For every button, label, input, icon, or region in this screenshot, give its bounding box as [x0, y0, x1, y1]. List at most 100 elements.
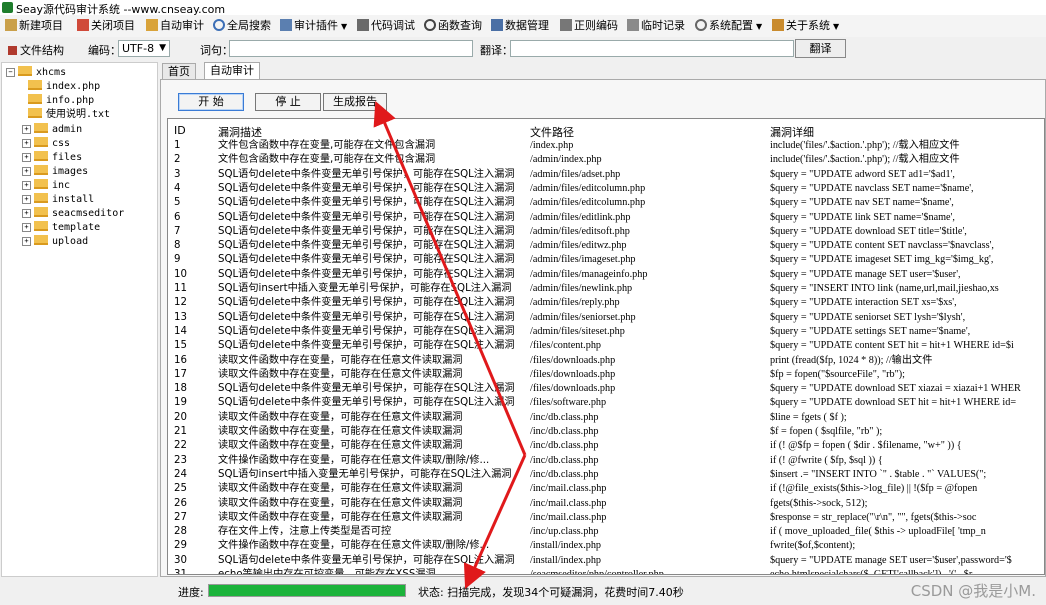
table-row[interactable]: 21 读取文件函数中存在变量，可能存在任意文件读取漏洞/inc/db.class.… — [168, 425, 1044, 439]
data-manage-button[interactable]: 数据管理 — [491, 18, 549, 34]
table-row[interactable]: 23 文件操作函数中存在变量，可能存在任意文件读取/删除/修... /inc/db.… — [168, 454, 1044, 468]
tree-folder[interactable]: + seacmseditor — [22, 207, 124, 221]
cell-id: 23 — [174, 454, 187, 466]
tab-home[interactable]: 首页 — [162, 63, 196, 79]
tab-auto-audit[interactable]: 自动审计 — [204, 62, 260, 80]
table-row[interactable]: 4 SQL语句delete中条件变量无单引号保护，可能存在SQL注入漏洞/admi… — [168, 182, 1044, 196]
cell-detail: $insert .= "INSERT INTO `" . $table . "`… — [770, 468, 987, 480]
tree-file[interactable]: 使用说明.txt — [28, 108, 110, 122]
table-row[interactable]: 2 文件包含函数中存在变量,可能存在文件包含漏洞/admin/index.php i… — [168, 153, 1044, 167]
folder-icon — [34, 207, 48, 217]
cell-path: /files/downloads.php — [530, 354, 616, 366]
generate-report-button[interactable]: 生成报告 — [323, 93, 387, 111]
column-header-id[interactable]: ID — [174, 124, 212, 137]
tree-folder[interactable]: + files — [22, 151, 82, 165]
cell-description: SQL语句delete中条件变量无单引号保护，可能存在SQL注入漏洞 — [218, 340, 515, 352]
cell-id: 18 — [174, 383, 187, 395]
table-row[interactable]: 13 SQL语句delete中条件变量无单引号保护，可能存在SQL注入漏洞/adm… — [168, 311, 1044, 325]
table-row[interactable]: 19 SQL语句delete中条件变量无单引号保护，可能存在SQL注入漏洞/fil… — [168, 396, 1044, 410]
column-header-description[interactable]: 漏洞描述 — [218, 124, 526, 140]
table-row[interactable]: 22 读取文件函数中存在变量，可能存在任意文件读取漏洞/inc/db.class.… — [168, 439, 1044, 453]
start-button[interactable]: 开 始 — [178, 93, 244, 111]
temp-record-button[interactable]: 临时记录 — [627, 18, 685, 34]
file-structure-label[interactable]: 文件结构 — [8, 42, 64, 58]
table-row[interactable]: 16 读取文件函数中存在变量，可能存在任意文件读取漏洞/files/downloa… — [168, 354, 1044, 368]
tree-file[interactable]: index.php — [28, 80, 100, 94]
chevron-down-icon: ▼ — [341, 22, 348, 31]
table-row[interactable]: 1 文件包含函数中存在变量,可能存在文件包含漏洞/index.php include… — [168, 139, 1044, 153]
settings-menu[interactable]: 系统配置 ▼ — [695, 18, 762, 34]
tree-folder[interactable]: + template — [22, 221, 100, 235]
temp-record-icon — [627, 19, 639, 31]
function-search-button[interactable]: 函数查询 — [424, 18, 482, 34]
tree-folder[interactable]: + images — [22, 165, 88, 179]
table-row[interactable]: 28 存在文件上传，注意上传类型是否可控/inc/up.class.php if (… — [168, 525, 1044, 539]
expand-icon[interactable]: + — [22, 181, 31, 190]
translate-label: 翻译： — [480, 44, 513, 57]
tree-folder[interactable]: + admin — [22, 123, 82, 137]
cell-path: /inc/db.class.php — [530, 426, 599, 437]
table-row[interactable]: 15 SQL语句delete中条件变量无单引号保护，可能存在SQL注入漏洞/fil… — [168, 339, 1044, 353]
auto-audit-button[interactable]: 自动审计 — [146, 18, 204, 34]
tree-root[interactable]: − xhcms — [6, 66, 66, 80]
table-row[interactable]: 17 读取文件函数中存在变量，可能存在任意文件读取漏洞/files/downloa… — [168, 368, 1044, 382]
translate-button[interactable]: 翻译 — [795, 39, 846, 58]
expand-icon[interactable]: + — [22, 139, 31, 148]
encoding-select[interactable]: UTF-8 ▼ — [118, 40, 170, 57]
word-input[interactable] — [229, 40, 473, 57]
plugin-menu[interactable]: 审计插件 ▼ — [280, 18, 347, 34]
global-search-button[interactable]: 全局搜索 — [213, 18, 271, 34]
table-row[interactable]: 9 SQL语句delete中条件变量无单引号保护，可能存在SQL注入漏洞/admi… — [168, 253, 1044, 267]
stop-button[interactable]: 停 止 — [255, 93, 321, 111]
table-row[interactable]: 26 读取文件函数中存在变量，可能存在任意文件读取漏洞/inc/mail.clas… — [168, 497, 1044, 511]
expand-icon[interactable]: + — [22, 223, 31, 232]
table-row[interactable]: 11 SQL语句insert中插入变量无单引号保护，可能存在SQL注入漏洞/adm… — [168, 282, 1044, 296]
watermark: CSDN @我是小M. — [910, 582, 1036, 600]
table-row[interactable]: 6 SQL语句delete中条件变量无单引号保护，可能存在SQL注入漏洞/admi… — [168, 211, 1044, 225]
cell-description: 文件包含函数中存在变量,可能存在文件包含漏洞 — [218, 140, 436, 151]
close-project-button[interactable]: 关闭项目 — [77, 18, 135, 34]
table-row[interactable]: 27 读取文件函数中存在变量，可能存在任意文件读取漏洞/inc/mail.clas… — [168, 511, 1044, 525]
tree-file[interactable]: info.php — [28, 94, 94, 108]
debug-button[interactable]: 代码调试 — [357, 18, 415, 34]
table-row[interactable]: 3 SQL语句delete中条件变量无单引号保护，可能存在SQL注入漏洞/admi… — [168, 168, 1044, 182]
cell-description: SQL语句delete中条件变量无单引号保护，可能存在SQL注入漏洞 — [218, 240, 515, 252]
cell-id: 9 — [174, 254, 181, 266]
table-row[interactable]: 25 读取文件函数中存在变量，可能存在任意文件读取漏洞/inc/mail.clas… — [168, 482, 1044, 496]
expand-icon[interactable]: + — [22, 125, 31, 134]
expand-icon[interactable]: + — [22, 209, 31, 218]
column-header-detail[interactable]: 漏洞详细 — [770, 124, 1044, 140]
table-row[interactable]: 18 SQL语句delete中条件变量无单引号保护，可能存在SQL注入漏洞/fil… — [168, 382, 1044, 396]
tree-folder[interactable]: + css — [22, 137, 70, 151]
tree-folder[interactable]: + inc — [22, 179, 70, 193]
cell-id: 22 — [174, 440, 187, 452]
table-row[interactable]: 7 SQL语句delete中条件变量无单引号保护，可能存在SQL注入漏洞/admi… — [168, 225, 1044, 239]
cell-description: SQL语句delete中条件变量无单引号保护，可能存在SQL注入漏洞 — [218, 254, 515, 266]
collapse-icon[interactable]: − — [6, 68, 15, 77]
table-row[interactable]: 31 echo等输出中存在可控变量，可能存在XSS漏洞/seacmseditor/… — [168, 568, 1044, 574]
cell-id: 13 — [174, 311, 187, 323]
table-row[interactable]: 5 SQL语句delete中条件变量无单引号保护，可能存在SQL注入漏洞/admi… — [168, 196, 1044, 210]
table-row[interactable]: 10 SQL语句delete中条件变量无单引号保护，可能存在SQL注入漏洞/adm… — [168, 268, 1044, 282]
tree-folder[interactable]: + install — [22, 193, 94, 207]
table-row[interactable]: 20 读取文件函数中存在变量，可能存在任意文件读取漏洞/inc/db.class.… — [168, 411, 1044, 425]
table-row[interactable]: 14 SQL语句delete中条件变量无单引号保护，可能存在SQL注入漏洞/adm… — [168, 325, 1044, 339]
regex-encode-button[interactable]: 正则编码 — [560, 18, 618, 34]
column-header-path[interactable]: 文件路径 — [530, 124, 766, 140]
table-row[interactable]: 24 SQL语句insert中插入变量无单引号保护，可能存在SQL注入漏洞/inc… — [168, 468, 1044, 482]
about-menu[interactable]: 关于系统 ▼ — [772, 18, 839, 34]
table-row[interactable]: 30 SQL语句delete中条件变量无单引号保护，可能存在SQL注入漏洞/ins… — [168, 554, 1044, 568]
expand-icon[interactable]: + — [22, 167, 31, 176]
expand-icon[interactable]: + — [22, 237, 31, 246]
cell-path: /inc/db.class.php — [530, 468, 599, 480]
table-row[interactable]: 29 文件操作函数中存在变量，可能存在任意文件读取/删除/修... /install… — [168, 539, 1044, 553]
tree-folder[interactable]: + upload — [22, 235, 88, 249]
cell-id: 15 — [174, 340, 187, 352]
table-row[interactable]: 12 SQL语句delete中条件变量无单引号保护，可能存在SQL注入漏洞/adm… — [168, 296, 1044, 310]
translate-input[interactable] — [510, 40, 794, 57]
new-project-button[interactable]: 新建项目 — [5, 18, 63, 34]
table-row[interactable]: 8 SQL语句delete中条件变量无单引号保护，可能存在SQL注入漏洞/admi… — [168, 239, 1044, 253]
expand-icon[interactable]: + — [22, 153, 31, 162]
expand-icon[interactable]: + — [22, 195, 31, 204]
vulnerability-table[interactable]: ID 漏洞描述 文件路径 漏洞详细 1 文件包含函数中存在变量,可能存在文件包含漏… — [167, 118, 1045, 575]
